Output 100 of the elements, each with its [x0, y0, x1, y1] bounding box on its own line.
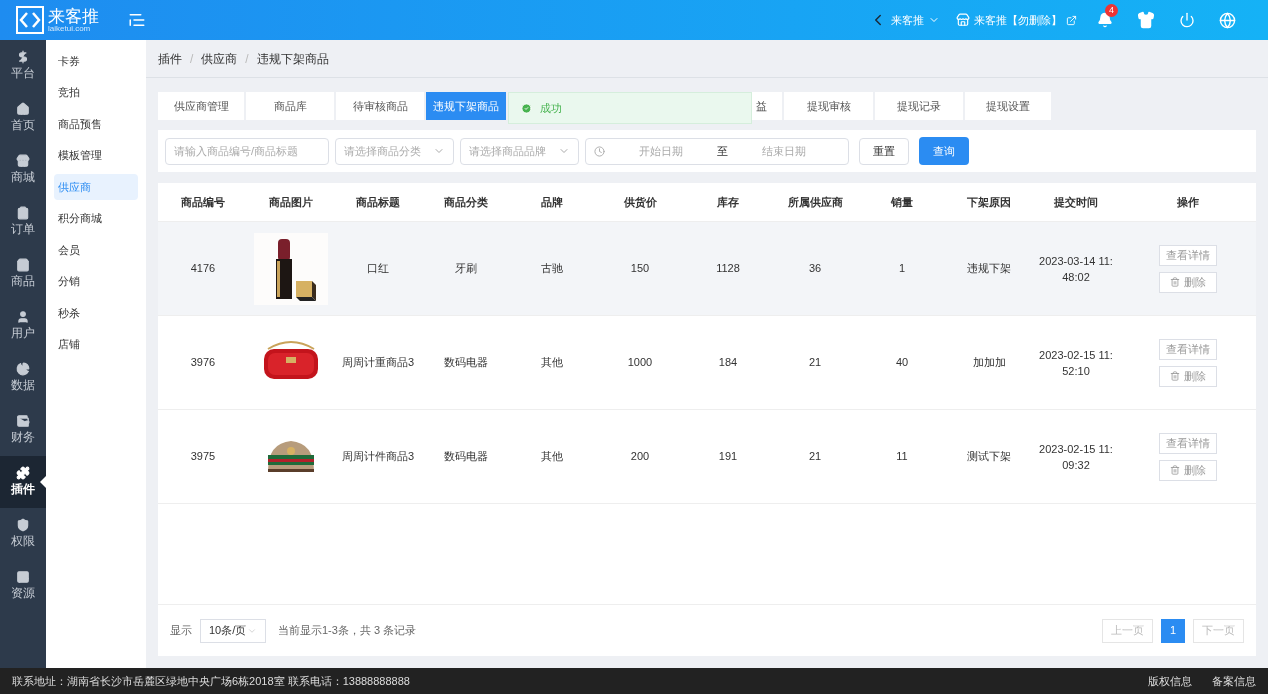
table-cell-text: 其他 [540, 449, 564, 465]
submenu-item[interactable]: 商品预售 [54, 111, 138, 137]
breadcrumb-separator: / [190, 50, 194, 68]
nav-item[interactable]: 商城 [0, 144, 46, 196]
pagination-summary: 当前显示1-3条，共 3 条记录 [278, 623, 417, 639]
table-cell-text: 4176 [189, 261, 217, 277]
table-cell-text: 11 [895, 449, 909, 465]
column-header: 商品编号 [180, 194, 226, 210]
trash-icon [1170, 371, 1180, 381]
check-circle-icon [521, 102, 532, 114]
table-cell-text: 数码电器 [442, 449, 489, 465]
table-cell-text: 191 [717, 449, 739, 465]
table-cell-text: 3975 [189, 449, 217, 465]
pie-chart-icon [16, 362, 30, 376]
table-cell-text: 184 [717, 355, 739, 371]
table-cell-text: 加加加 [971, 355, 1007, 371]
external-link-icon[interactable] [1066, 14, 1077, 26]
globe-icon[interactable] [1219, 11, 1236, 29]
column-header: 库存 [716, 194, 740, 210]
column-header: 商品分类 [442, 194, 489, 210]
shirt-icon[interactable] [1137, 11, 1155, 29]
menu-icon[interactable] [128, 11, 146, 29]
show-label: 显示 [170, 623, 192, 639]
trash-icon [1170, 465, 1180, 475]
power-icon[interactable] [1179, 12, 1195, 28]
table-cell-text: 21 [807, 449, 823, 465]
nav-item[interactable]: 平台 [0, 40, 46, 92]
table-cell-text: 21 [807, 355, 823, 371]
clock-icon [594, 145, 605, 157]
tab[interactable]: 提现设置 [965, 92, 1051, 120]
logo-icon [16, 6, 44, 34]
table-cell-text: 1 [897, 261, 907, 277]
table-cell-text: 40 [894, 355, 910, 371]
nav-item[interactable]: 权限 [0, 508, 46, 560]
dollar-icon [16, 50, 30, 64]
table-cell-text: 口红 [366, 261, 390, 277]
shield-icon [16, 518, 30, 532]
table-cell-text: 3976 [189, 355, 217, 371]
search-field[interactable]: 请输入商品编号/商品标题 [165, 137, 329, 165]
submenu-item[interactable]: 分销 [54, 268, 138, 295]
logo-text: 来客推 [48, 7, 99, 25]
notification-badge: 4 [1105, 4, 1118, 17]
table-cell-text: 200 [629, 449, 651, 465]
table-cell-text: 其他 [540, 355, 564, 371]
nav-item[interactable]: 订单 [0, 196, 46, 248]
column-header: 商品图片 [267, 194, 314, 210]
table-cell-text: 2023-03-14 11: 48:02 [1038, 253, 1114, 285]
nav-item[interactable]: 数据 [0, 352, 46, 404]
table-cell-text: 2023-02-15 11: 09:32 [1038, 441, 1114, 473]
table-cell-text: 1128 [715, 261, 741, 277]
tab[interactable]: 商品库 [246, 92, 334, 120]
tab[interactable]: 供应商管理 [158, 92, 244, 120]
footer-link[interactable]: 备案信息 [1212, 672, 1256, 690]
table-cell-text: 周周计件商品3 [340, 449, 416, 465]
nav-item[interactable]: 资源 [0, 560, 46, 612]
breadcrumb-item[interactable]: 违规下架商品 [256, 49, 329, 68]
logo-domain: laiketui.com [48, 24, 91, 33]
breadcrumb-item[interactable]: 供应商 [201, 49, 238, 68]
account-name: 来客推【勿删除】 [974, 12, 1062, 28]
puzzle-icon [16, 466, 30, 480]
table-cell-text: 2023-02-15 11: 52:10 [1038, 347, 1114, 379]
column-header: 操作 [1176, 194, 1200, 210]
column-header: 所属供应商 [786, 194, 844, 210]
bell-icon[interactable] [1097, 12, 1113, 28]
column-header: 提交时间 [1053, 194, 1099, 210]
column-header: 供货价 [622, 194, 658, 210]
submenu-item[interactable]: 模板管理 [54, 142, 138, 169]
home-icon [16, 102, 30, 116]
submenu-item[interactable]: 卡券 [54, 48, 138, 74]
nav-item[interactable]: 财务 [0, 404, 46, 456]
nav-item[interactable]: 插件 [0, 456, 46, 508]
table-cell-text: 36 [807, 261, 823, 277]
submenu-item[interactable]: 积分商城 [54, 205, 138, 232]
table-cell-text: 测试下架 [966, 449, 1012, 465]
nav-item[interactable]: 用户 [0, 300, 46, 352]
table-cell-text: 牙刷 [453, 261, 478, 277]
contact-info: 联系地址：湖南省长沙市岳麓区绿地中央广场6栋2018室 联系电话：13888888888 [12, 673, 410, 689]
footer-link[interactable]: 版权信息 [1148, 672, 1192, 690]
reset-button[interactable]: 重置 [859, 137, 909, 165]
toast-message: 成功 [540, 100, 562, 116]
nav-item[interactable]: 首页 [0, 92, 46, 144]
column-header: 销量 [889, 194, 914, 210]
submenu-item[interactable]: 会员 [54, 237, 138, 263]
table-cell-text: 数码电器 [442, 355, 489, 371]
trash-icon [1170, 277, 1180, 287]
breadcrumb-separator: / [245, 50, 249, 68]
column-header: 品牌 [540, 194, 564, 210]
nav-item[interactable]: 商品 [0, 248, 46, 300]
submenu-item[interactable]: 店铺 [54, 331, 138, 358]
tab[interactable]: 提现审核 [784, 92, 873, 120]
tab[interactable]: 提现记录 [875, 92, 963, 120]
tab[interactable]: 待审核商品 [336, 92, 424, 120]
submenu-item[interactable]: 竞拍 [54, 79, 138, 106]
page-size-select[interactable]: 10条/页 [200, 618, 266, 643]
column-header: 下架原因 [966, 194, 1012, 210]
submenu-item[interactable]: 秒杀 [54, 300, 138, 326]
tab[interactable]: 益 [752, 92, 782, 120]
breadcrumb-item[interactable]: 插件 [158, 49, 182, 68]
user-icon [16, 310, 30, 324]
date-range-field[interactable]: 开始日期 至 结束日期 [585, 137, 849, 165]
